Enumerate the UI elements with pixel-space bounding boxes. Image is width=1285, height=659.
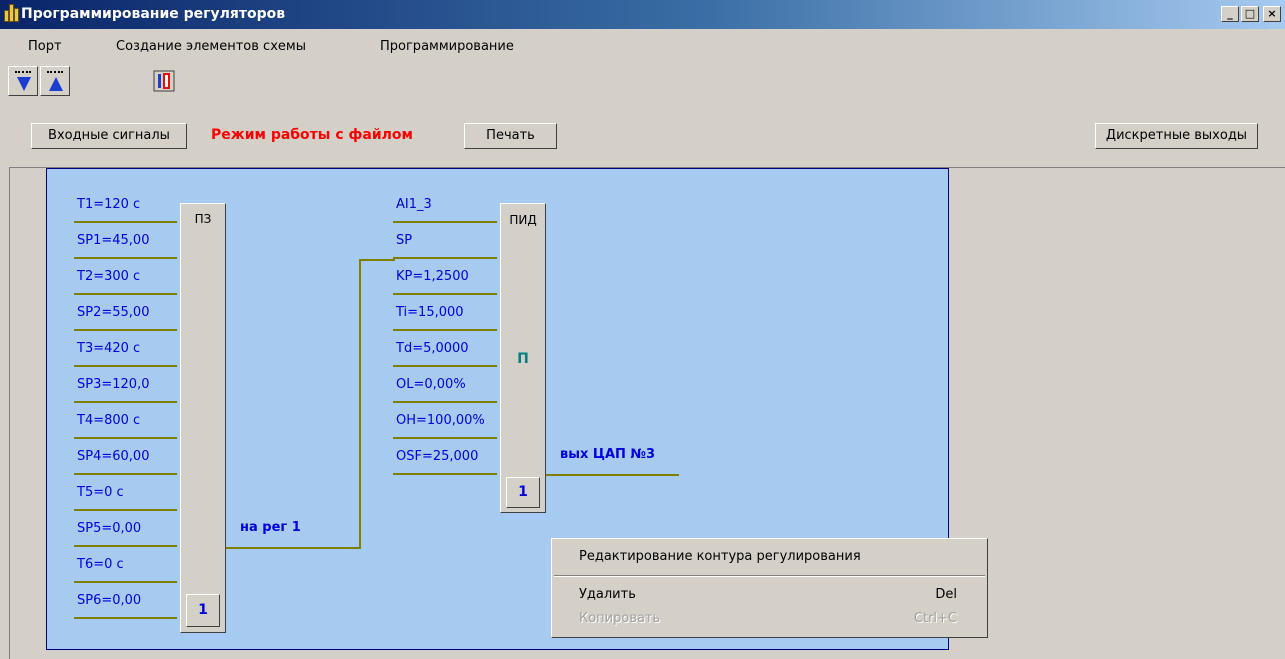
pid-param: KP=1,2500 (396, 269, 469, 284)
pz-param-line (74, 329, 177, 331)
upload-button[interactable] (40, 66, 70, 96)
pid-mode-label: П (517, 351, 529, 367)
pz-param: SP2=55,00 (77, 305, 150, 320)
pid-param: Td=5,0000 (396, 341, 469, 356)
wire-pid-output (546, 474, 679, 476)
pz-param: T5=0 c (77, 485, 124, 500)
pid-param: OH=100,00% (396, 413, 485, 428)
pid-param-line (393, 257, 497, 259)
ctx-delete[interactable]: Удалить (579, 587, 636, 602)
window-title: Программирование регуляторов (21, 6, 286, 22)
menu-programming[interactable]: Программирование (380, 39, 514, 54)
pz-param: SP4=60,00 (77, 449, 150, 464)
ctx-delete-shortcut: Del (935, 587, 957, 602)
pz-param-line (74, 473, 177, 475)
pz-param: SP5=0,00 (77, 521, 142, 536)
wire-pz-output (226, 547, 361, 549)
pz-param: T4=800 c (77, 413, 141, 428)
input-signals-button[interactable]: Входные сигналы (31, 123, 187, 149)
pid-param-line (393, 365, 497, 367)
pz-output-label: на рег 1 (240, 520, 301, 535)
pid-param-line (393, 401, 497, 403)
pid-param-line (393, 329, 497, 331)
pz-param-line (74, 617, 177, 619)
pz-param-line (74, 365, 177, 367)
pid-output-label: вых ЦАП №3 (560, 447, 656, 462)
pid-param-line (393, 437, 497, 439)
pz-block-title: ПЗ (194, 212, 212, 226)
pz-param-line (74, 437, 177, 439)
pid-param-line (393, 293, 497, 295)
pz-param-line (74, 545, 177, 547)
pid-block-title: ПИД (509, 213, 537, 227)
pz-param: SP3=120,0 (77, 377, 150, 392)
pid-param: OL=0,00% (396, 377, 466, 392)
pid-param: OSF=25,000 (396, 449, 479, 464)
pz-param-line (74, 509, 177, 511)
pid-param: Ti=15,000 (396, 305, 464, 320)
maximize-button[interactable]: □ (1241, 6, 1259, 22)
pz-block[interactable]: ПЗ 1 (180, 203, 226, 633)
context-menu: Редактирование контура регулирования Уда… (551, 538, 988, 638)
wire-vertical (359, 259, 361, 549)
download-button[interactable] (8, 66, 38, 96)
close-button[interactable]: × (1263, 6, 1281, 22)
scheme-button[interactable] (152, 69, 176, 93)
upload-icon (49, 77, 63, 91)
pid-block-number: 1 (506, 477, 540, 508)
pz-param-line (74, 221, 177, 223)
discrete-outputs-button[interactable]: Дискретные выходы (1095, 123, 1258, 149)
scheme-icon (153, 70, 175, 92)
menu-port[interactable]: Порт (28, 39, 62, 54)
pz-param-line (74, 401, 177, 403)
print-button[interactable]: Печать (464, 123, 557, 149)
pz-param: T2=300 c (77, 269, 141, 284)
ctx-edit-loop[interactable]: Редактирование контура регулирования (579, 549, 861, 564)
pz-param: SP6=0,00 (77, 593, 142, 608)
pz-param: SP1=45,00 (77, 233, 150, 248)
pid-param: AI1_3 (396, 197, 432, 212)
pid-block[interactable]: ПИД П 1 (500, 203, 546, 513)
menu-create-elements[interactable]: Создание элементов схемы (116, 39, 306, 54)
download-icon (17, 77, 31, 91)
pz-param-line (74, 581, 177, 583)
ctx-copy-shortcut: Ctrl+C (913, 611, 957, 626)
app-icon (4, 4, 19, 22)
title-bar: Программирование регуляторов _ □ × (0, 0, 1285, 29)
minimize-button[interactable]: _ (1221, 6, 1239, 22)
pz-param: T3=420 c (77, 341, 141, 356)
pid-param-line (393, 473, 497, 475)
pid-param: SP (396, 233, 413, 248)
pz-block-number: 1 (186, 594, 220, 627)
file-mode-label: Режим работы с файлом (211, 127, 413, 143)
pz-param-line (74, 257, 177, 259)
ctx-separator (554, 575, 985, 577)
ctx-copy[interactable]: Копировать (579, 611, 660, 626)
wire-to-sp (359, 259, 395, 261)
pz-param-line (74, 293, 177, 295)
pz-param: T6=0 c (77, 557, 124, 572)
pid-param-line (393, 221, 497, 223)
pz-param: T1=120 c (77, 197, 141, 212)
